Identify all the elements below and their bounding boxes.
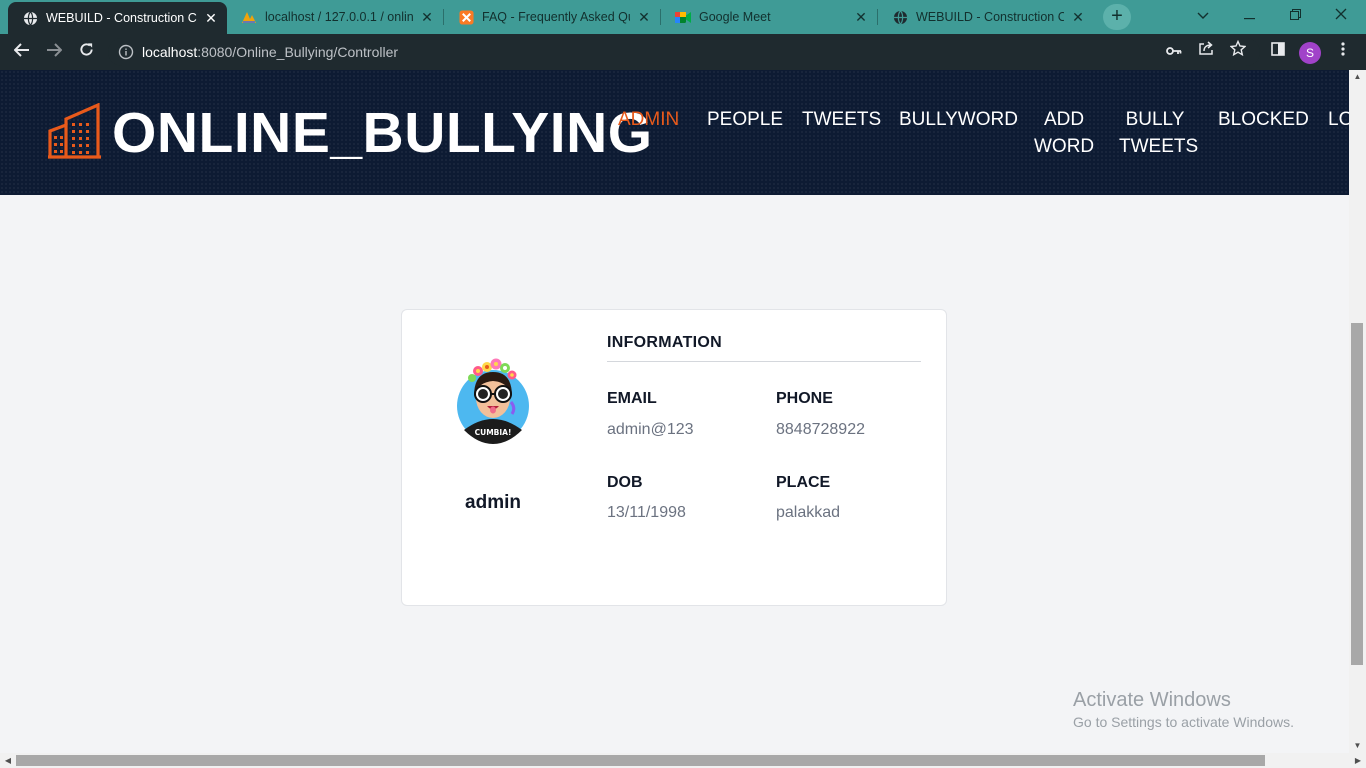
minimize-icon[interactable]	[1226, 0, 1272, 30]
browser-tab-1[interactable]: WEBUILD - Construction Con ✕	[8, 2, 227, 34]
url-host: localhost	[142, 44, 198, 60]
reload-icon[interactable]	[73, 39, 99, 65]
phpmyadmin-icon	[241, 9, 257, 25]
profile-card: CUMBIA! admin INFORMATION EMAIL admin@12…	[401, 309, 947, 606]
tab-title: WEBUILD - Construction Con	[916, 10, 1064, 24]
phone-label: PHONE	[776, 390, 833, 407]
horizontal-scroll-thumb[interactable]	[16, 755, 1265, 766]
place-label: PLACE	[776, 474, 831, 491]
close-window-icon[interactable]	[1318, 0, 1364, 30]
new-tab-button[interactable]: +	[1103, 4, 1131, 30]
divider	[607, 361, 921, 362]
nav-tweets[interactable]: TWEETS	[802, 106, 881, 133]
site-header: ONLINE_BULLYING ADMIN PEOPLE TWEETS BULL…	[0, 70, 1349, 195]
page-viewport: ONLINE_BULLYING ADMIN PEOPLE TWEETS BULL…	[0, 70, 1349, 753]
horizontal-scrollbar[interactable]: ◀ ▶	[0, 753, 1366, 768]
watermark-title: Activate Windows	[1073, 689, 1231, 711]
google-meet-icon	[675, 9, 691, 25]
email-value: admin@123	[607, 421, 694, 438]
place-value: palakkad	[776, 504, 841, 521]
username: admin	[465, 492, 521, 513]
url-text: localhost:8080/Online_Bullying/Controlle…	[142, 44, 398, 60]
back-icon[interactable]	[9, 39, 35, 65]
nav-blocked[interactable]: BLOCKED	[1218, 106, 1309, 133]
watermark-subtitle: Go to Settings to activate Windows.	[1073, 714, 1294, 730]
user-avatar: CUMBIA!	[456, 358, 530, 444]
vertical-scrollbar[interactable]: ▲ ▼	[1349, 70, 1366, 753]
nav-label: TWEETS	[1119, 136, 1199, 157]
nav-label: ADMIN	[618, 109, 680, 130]
nav-label: BULLY	[1125, 109, 1185, 130]
restore-icon[interactable]	[1272, 0, 1318, 30]
site-info-icon[interactable]	[118, 44, 134, 60]
tab-title: localhost / 127.0.0.1 / online	[265, 10, 413, 24]
phone-value: 8848728922	[776, 421, 865, 438]
share-icon[interactable]	[1193, 39, 1219, 65]
browser-tab-4[interactable]: Google Meet ✕	[661, 0, 877, 34]
close-tab-icon[interactable]: ✕	[636, 9, 652, 26]
scroll-left-icon[interactable]: ◀	[0, 753, 16, 768]
information-heading: INFORMATION	[607, 334, 722, 351]
nav-add-word[interactable]: ADD WORD	[1034, 106, 1094, 160]
side-panel-icon[interactable]	[1265, 39, 1291, 65]
browser-tab-strip: WEBUILD - Construction Con ✕ localhost /…	[0, 0, 1366, 34]
nav-label: TWEETS	[802, 109, 882, 130]
close-tab-icon[interactable]: ✕	[203, 10, 219, 27]
tab-title: Google Meet	[699, 10, 771, 24]
scroll-down-icon[interactable]: ▼	[1349, 739, 1366, 753]
profile-avatar[interactable]: S	[1299, 42, 1321, 64]
password-key-icon[interactable]	[1161, 39, 1187, 65]
nav-label: WORD	[1034, 136, 1095, 157]
forward-icon[interactable]	[41, 39, 67, 65]
nav-label: PEOPLE	[707, 109, 784, 130]
dob-label: DOB	[607, 474, 643, 491]
nav-label: ADD	[1043, 109, 1085, 130]
nav-bullyword[interactable]: BULLYWORD	[899, 106, 1018, 133]
browser-tab-3[interactable]: FAQ - Frequently Asked Que ✕	[444, 0, 660, 34]
nav-label: BLOCKED	[1218, 109, 1309, 130]
avatar-shirt-text: CUMBIA!	[475, 428, 512, 437]
nav-admin[interactable]: ADMIN	[618, 106, 679, 133]
building-logo-icon[interactable]	[48, 102, 102, 159]
activate-windows-watermark: Activate Windows Go to Settings to activ…	[1073, 689, 1294, 730]
bookmark-star-icon[interactable]	[1225, 39, 1251, 65]
globe-icon	[892, 9, 908, 25]
tab-title: WEBUILD - Construction Con	[46, 11, 197, 25]
close-tab-icon[interactable]: ✕	[853, 9, 869, 26]
close-tab-icon[interactable]: ✕	[419, 9, 435, 26]
globe-icon	[22, 10, 38, 26]
xampp-icon	[458, 9, 474, 25]
site-brand[interactable]: ONLINE_BULLYING	[112, 100, 653, 166]
more-menu-icon[interactable]	[1330, 39, 1356, 65]
dob-value: 13/11/1998	[607, 504, 686, 521]
tab-title: FAQ - Frequently Asked Que	[482, 10, 630, 24]
email-label: EMAIL	[607, 390, 657, 407]
close-tab-icon[interactable]: ✕	[1070, 9, 1086, 26]
nav-people[interactable]: PEOPLE	[707, 106, 783, 133]
scroll-right-icon[interactable]: ▶	[1350, 753, 1366, 768]
tab-search-icon[interactable]	[1180, 0, 1226, 30]
url-path: :8080/Online_Bullying/Controller	[197, 44, 399, 60]
nav-logout[interactable]: LO	[1328, 106, 1349, 133]
nav-bully-tweets[interactable]: BULLY TWEETS	[1119, 106, 1199, 160]
browser-tab-2[interactable]: localhost / 127.0.0.1 / online ✕	[227, 0, 443, 34]
browser-toolbar: localhost:8080/Online_Bullying/Controlle…	[0, 34, 1366, 70]
nav-label: BULLYWORD	[899, 109, 1018, 130]
vertical-scroll-thumb[interactable]	[1351, 323, 1363, 665]
nav-label: LO	[1328, 109, 1349, 130]
browser-tab-5[interactable]: WEBUILD - Construction Con ✕	[878, 0, 1094, 34]
address-bar[interactable]: localhost:8080/Online_Bullying/Controlle…	[108, 38, 1260, 66]
scroll-up-icon[interactable]: ▲	[1349, 70, 1366, 84]
